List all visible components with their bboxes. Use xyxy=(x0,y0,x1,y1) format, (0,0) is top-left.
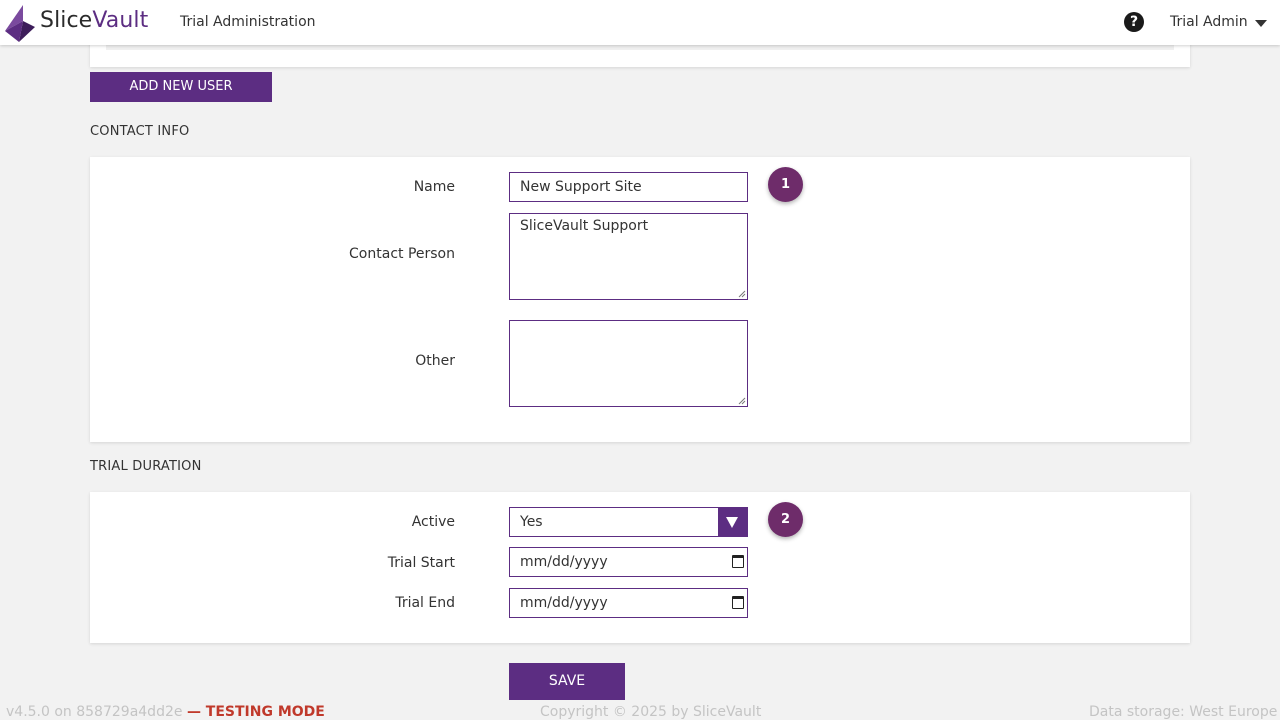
footer-version: v4.5.0 on 858729a4dd2e — TESTING MODE xyxy=(6,704,325,720)
calendar-icon[interactable] xyxy=(732,596,744,609)
version-text: v4.5.0 on 858729a4dd2e xyxy=(6,704,183,720)
step-badge-2: 2 xyxy=(768,502,803,537)
resize-grip-icon[interactable] xyxy=(738,290,746,298)
trial-duration-card: Active Yes 2 Trial Start mm/dd/yyyy Tria… xyxy=(90,492,1190,643)
trial-duration-title: TRIAL DURATION xyxy=(90,459,202,474)
brand-name[interactable]: SliceVault xyxy=(40,8,148,33)
caret-down-icon[interactable] xyxy=(1255,20,1267,27)
contact-info-title: CONTACT INFO xyxy=(90,124,190,139)
save-button[interactable]: SAVE xyxy=(509,663,625,700)
name-input[interactable]: New Support Site xyxy=(509,172,748,202)
contact-info-card: Name New Support Site 1 Contact Person S… xyxy=(90,157,1190,442)
active-select-value: Yes xyxy=(520,514,543,530)
top-navbar: SliceVault Trial Administration ? Trial … xyxy=(0,0,1280,45)
name-label: Name xyxy=(413,179,455,195)
users-table-remnant xyxy=(106,45,1174,50)
brand-name-part-a: Slice xyxy=(40,8,93,33)
footer-data-storage: Data storage: West Europe xyxy=(1089,704,1278,720)
dropdown-arrow-icon xyxy=(726,517,738,528)
active-label: Active xyxy=(411,514,455,530)
trial-end-label: Trial End xyxy=(395,595,455,611)
other-label: Other xyxy=(415,353,455,369)
other-textarea[interactable] xyxy=(509,320,748,407)
contact-person-value: SliceVault Support xyxy=(520,218,649,234)
nav-trial-administration[interactable]: Trial Administration xyxy=(180,14,316,30)
user-menu[interactable]: Trial Admin xyxy=(1170,14,1248,30)
trial-end-date-input[interactable]: mm/dd/yyyy xyxy=(509,588,748,618)
footer-copyright: Copyright © 2025 by SliceVault xyxy=(540,704,762,720)
add-new-user-button[interactable]: ADD NEW USER xyxy=(90,72,272,102)
trial-end-value: mm/dd/yyyy xyxy=(520,595,608,611)
calendar-icon[interactable] xyxy=(732,555,744,568)
trial-start-label: Trial Start xyxy=(387,555,455,571)
dropdown-arrow-button[interactable] xyxy=(718,508,747,536)
resize-grip-icon[interactable] xyxy=(738,397,746,405)
testing-mode-badge: — TESTING MODE xyxy=(186,704,325,720)
step-badge-1: 1 xyxy=(768,167,803,202)
help-icon[interactable]: ? xyxy=(1124,12,1144,32)
brand-name-part-b: Vault xyxy=(92,8,149,33)
trial-start-value: mm/dd/yyyy xyxy=(520,554,608,570)
trial-start-date-input[interactable]: mm/dd/yyyy xyxy=(509,547,748,577)
slicevault-logo-icon[interactable] xyxy=(5,5,35,42)
contact-person-textarea[interactable]: SliceVault Support xyxy=(509,213,748,300)
contact-person-label: Contact Person xyxy=(349,246,455,262)
active-select[interactable]: Yes xyxy=(509,507,748,537)
